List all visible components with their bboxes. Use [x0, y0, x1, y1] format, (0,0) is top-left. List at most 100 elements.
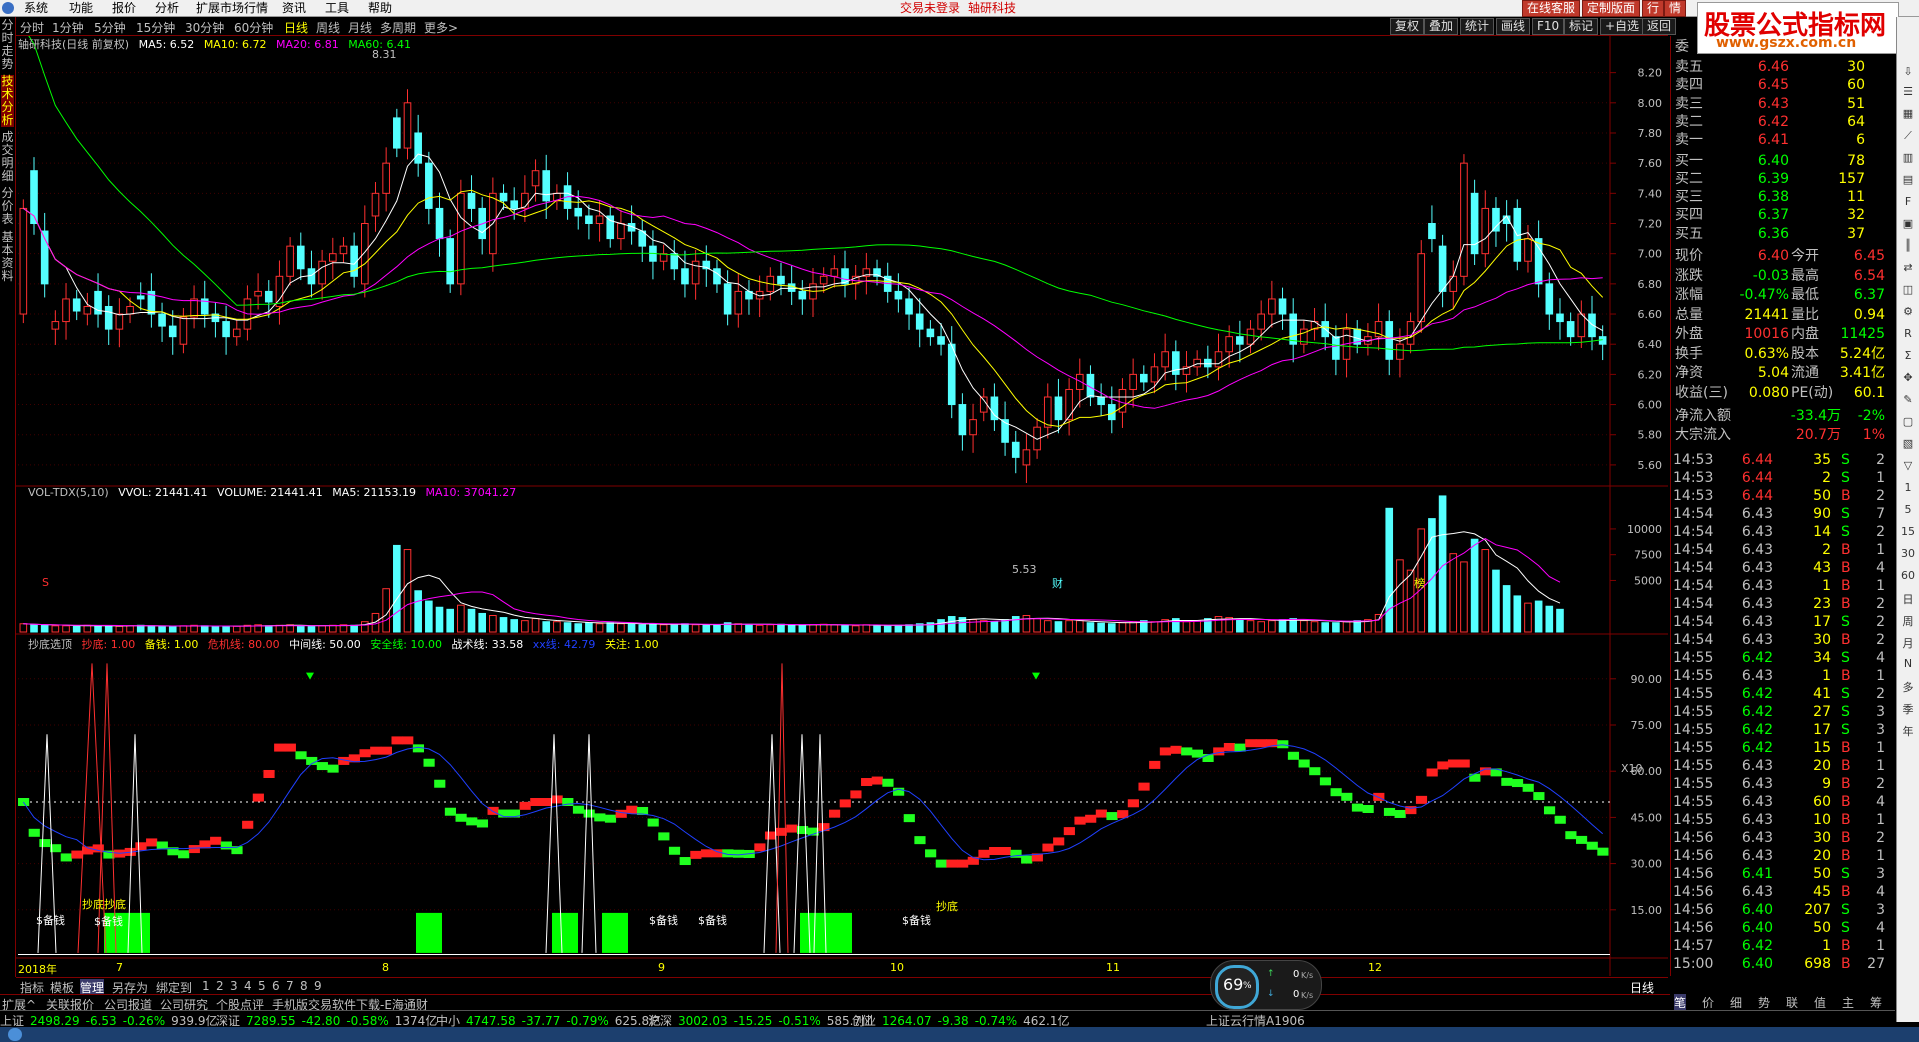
- day-icon[interactable]: 日: [1900, 591, 1916, 606]
- tick-row[interactable]: 14:57 6.42 1 B 1: [1673, 937, 1896, 955]
- tick-row[interactable]: 14:53 6.44 2 S 1: [1673, 469, 1896, 487]
- rtab[interactable]: 联: [1786, 994, 1798, 1011]
- quote-stat-row[interactable]: 收益(三) 0.080 PE(动) 60.1: [1673, 384, 1896, 402]
- menu-item-analysis[interactable]: 分析: [155, 1, 179, 15]
- window-icon[interactable]: ▢: [1900, 415, 1916, 429]
- number-1-icon[interactable]: 1: [1900, 481, 1916, 495]
- menu-item-ext-market[interactable]: 扩展市场行情: [196, 1, 268, 15]
- tick-row[interactable]: 14:54 6.43 2 B 1: [1673, 541, 1896, 559]
- buy-level-row[interactable]: 买五 6.36 37: [1673, 225, 1896, 243]
- tick-row[interactable]: 14:55 6.42 17 S 3: [1673, 721, 1896, 739]
- tick-row[interactable]: 15:00 6.40 698 B 27: [1673, 955, 1896, 973]
- grid-icon[interactable]: ▣: [1900, 217, 1916, 231]
- draw-button[interactable]: 画线: [1496, 18, 1531, 35]
- tick-row[interactable]: 14:56 6.43 30 B 2: [1673, 829, 1896, 847]
- tick-row[interactable]: 14:56 6.41 50 S 3: [1673, 865, 1896, 883]
- f10-button[interactable]: F10: [1532, 18, 1565, 35]
- sell-level-row[interactable]: 卖三 6.43 51: [1673, 95, 1896, 113]
- buy-level-row[interactable]: 买一 6.40 78: [1673, 152, 1896, 170]
- tab-num[interactable]: 9: [314, 979, 322, 993]
- pen-icon[interactable]: ✎: [1900, 393, 1916, 407]
- move-icon[interactable]: ✥: [1900, 371, 1916, 385]
- rtab[interactable]: 笔: [1674, 994, 1687, 1011]
- tick-row[interactable]: 14:56 6.40 207 S 3: [1673, 901, 1896, 919]
- custom-layout-button[interactable]: 定制版面: [1582, 0, 1641, 17]
- tick-row[interactable]: 14:55 6.42 15 B 1: [1673, 739, 1896, 757]
- tick-row[interactable]: 14:55 6.43 9 B 2: [1673, 775, 1896, 793]
- tab-trade-detail[interactable]: 成交明细: [1, 131, 14, 183]
- tab-num[interactable]: 8: [300, 979, 308, 993]
- quote-stat-row[interactable]: 总量 21441 量比 0.94: [1673, 306, 1896, 324]
- quote-button[interactable]: 行: [1642, 0, 1665, 17]
- gallery-icon[interactable]: ▧: [1900, 437, 1916, 451]
- period-tab[interactable]: 30分钟: [185, 19, 224, 36]
- period-tab[interactable]: 多周期: [380, 19, 416, 36]
- period-tab[interactable]: 5分钟: [94, 19, 126, 36]
- number-60-icon[interactable]: 60: [1900, 569, 1916, 583]
- tick-row[interactable]: 14:55 6.42 34 S 4: [1673, 649, 1896, 667]
- period-tab-more[interactable]: 更多>: [424, 19, 458, 36]
- bar-chart-icon[interactable]: ▥: [1900, 151, 1916, 165]
- number-5-icon[interactable]: 5: [1900, 503, 1916, 517]
- quote-stat-row[interactable]: 现价 6.40 今开 6.45: [1673, 247, 1896, 265]
- doc-icon[interactable]: ▤: [1900, 173, 1916, 187]
- sell-level-row[interactable]: 卖四 6.45 60: [1673, 76, 1896, 94]
- buy-level-row[interactable]: 买四 6.37 32: [1673, 206, 1896, 224]
- tick-row[interactable]: 14:55 6.43 60 B 4: [1673, 793, 1896, 811]
- period-tab[interactable]: 1分钟: [52, 19, 84, 36]
- tick-row[interactable]: 14:56 6.43 20 B 1: [1673, 847, 1896, 865]
- rtab[interactable]: 价: [1702, 994, 1714, 1011]
- tick-row[interactable]: 14:53 6.44 50 B 2: [1673, 487, 1896, 505]
- tick-row[interactable]: 14:55 6.43 1 B 1: [1673, 667, 1896, 685]
- menu-item-help[interactable]: 帮助: [368, 1, 392, 15]
- money-flow-row[interactable]: 净流入额 -33.4万 -2%: [1673, 407, 1896, 425]
- start-button-icon[interactable]: [8, 1028, 22, 1041]
- period-tab[interactable]: 分时: [20, 19, 44, 36]
- back-button[interactable]: 返回: [1642, 18, 1677, 35]
- tick-row[interactable]: 14:55 6.42 27 S 3: [1673, 703, 1896, 721]
- period-tab[interactable]: 月线: [348, 19, 372, 36]
- stats-icon[interactable]: Σ: [1900, 349, 1916, 363]
- quote-stat-row[interactable]: 换手 0.63% 股本 5.24亿: [1673, 345, 1896, 363]
- tab-technical[interactable]: 技术分析: [1, 75, 14, 127]
- sell-level-row[interactable]: 卖一 6.41 6: [1673, 131, 1896, 149]
- n-icon[interactable]: N: [1900, 657, 1916, 671]
- quote-stat-row[interactable]: 涨跌 -0.03 最高 6.54: [1673, 267, 1896, 285]
- tick-row[interactable]: 14:53 6.44 35 S 2: [1673, 451, 1896, 469]
- week-icon[interactable]: 周: [1900, 613, 1916, 628]
- tick-row[interactable]: 14:54 6.43 30 B 2: [1673, 631, 1896, 649]
- month-icon[interactable]: 月: [1900, 635, 1916, 650]
- quote-button-2[interactable]: 情: [1664, 0, 1687, 17]
- tick-row[interactable]: 14:54 6.43 90 S 7: [1673, 505, 1896, 523]
- period-tab-active[interactable]: 日线: [284, 19, 308, 36]
- period-tab[interactable]: 周线: [316, 19, 340, 36]
- online-service-button[interactable]: 在线客服: [1522, 0, 1581, 17]
- tab-num[interactable]: 5: [258, 979, 266, 993]
- sell-level-row[interactable]: 卖二 6.42 64: [1673, 113, 1896, 131]
- quote-stat-row[interactable]: 净资 5.04 流通 3.41亿: [1673, 364, 1896, 382]
- menu-item-function[interactable]: 功能: [69, 1, 93, 15]
- tick-row[interactable]: 14:54 6.43 1 B 1: [1673, 577, 1896, 595]
- filter-icon[interactable]: ▽: [1900, 459, 1916, 473]
- arrow-down-icon[interactable]: ⇩: [1900, 65, 1916, 79]
- menu-item-system[interactable]: 系统: [24, 1, 48, 15]
- stats-button[interactable]: 统计: [1460, 18, 1495, 35]
- kline-chart-svg[interactable]: 8.20 8.00 7.80 7.60 7.40 7.20 7.00 6.80 6.60 6.40…: [16, 27, 1668, 976]
- chart-area[interactable]: 8.20 8.00 7.80 7.60 7.40 7.20 7.00 6.80 6.60 6.40…: [16, 27, 1668, 976]
- add-favorite-button[interactable]: +自选: [1600, 18, 1645, 35]
- tick-row[interactable]: 14:54 6.43 23 B 2: [1673, 595, 1896, 613]
- buy-level-row[interactable]: 买三 6.38 11: [1673, 188, 1896, 206]
- money-flow-row[interactable]: 大宗流入 20.7万 1%: [1673, 426, 1896, 444]
- year-icon[interactable]: 年: [1900, 723, 1916, 738]
- f10-icon[interactable]: F: [1900, 195, 1916, 209]
- multi-icon[interactable]: 多: [1900, 679, 1916, 694]
- sell-level-row[interactable]: 卖五 6.46 30: [1673, 58, 1896, 76]
- tab-num[interactable]: 3: [230, 979, 238, 993]
- tab-num[interactable]: 2: [216, 979, 224, 993]
- menu-item-quote[interactable]: 报价: [112, 1, 136, 15]
- line-chart-icon[interactable]: ⟋: [1900, 129, 1916, 143]
- rtab[interactable]: 值: [1814, 994, 1826, 1011]
- rtab[interactable]: 筹: [1870, 994, 1882, 1011]
- rtab[interactable]: 主: [1842, 994, 1854, 1011]
- tick-row[interactable]: 14:56 6.43 45 B 4: [1673, 883, 1896, 901]
